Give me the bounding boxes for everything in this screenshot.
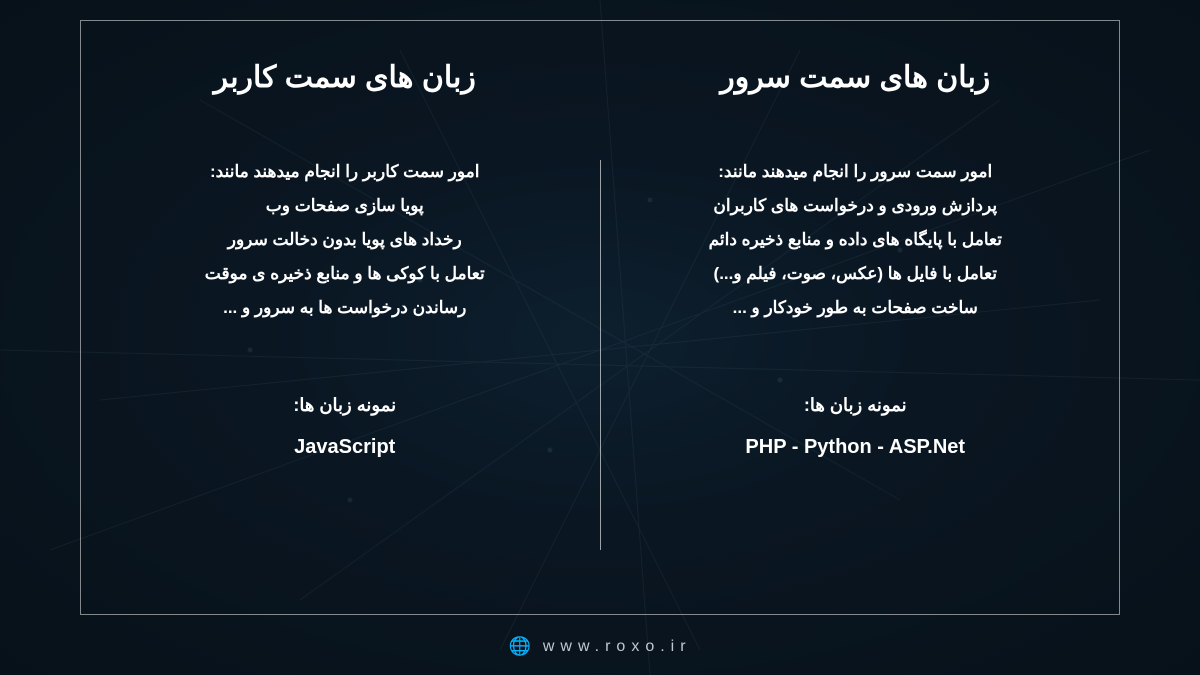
server-line: تعامل با فایل ها (عکس، صوت، فیلم و...): [709, 257, 1002, 291]
server-examples-label: نمونه زبان ها:: [804, 395, 907, 416]
server-side-column: زبان های سمت سرور امور سمت سرور را انجام…: [601, 40, 1111, 595]
server-line: تعامل با پایگاه های داده و منابع ذخیره د…: [709, 223, 1002, 257]
client-line: تعامل با کوکی ها و منابع ذخیره ی موقت: [205, 257, 485, 291]
server-line: ساخت صفحات به طور خودکار و ...: [709, 291, 1002, 325]
client-examples-label: نمونه زبان ها:: [293, 395, 396, 416]
server-line: پردازش ورودی و درخواست های کاربران: [709, 189, 1002, 223]
client-line: رخداد های پویا بدون دخالت سرور: [205, 223, 485, 257]
footer-url: www.roxo.ir: [543, 638, 692, 656]
client-line: پویا سازی صفحات وب: [205, 189, 485, 223]
server-examples: PHP - Python - ASP.Net: [745, 436, 965, 459]
client-line: امور سمت کاربر را انجام میدهند مانند:: [205, 155, 485, 189]
client-line: رساندن درخواست ها به سرور و ...: [205, 291, 485, 325]
client-side-column: زبان های سمت کاربر امور سمت کاربر را انج…: [90, 40, 600, 595]
server-line: امور سمت سرور را انجام میدهند مانند:: [709, 155, 1002, 189]
client-description: امور سمت کاربر را انجام میدهند مانند: پو…: [205, 155, 485, 325]
globe-icon: 🌐: [508, 636, 530, 657]
server-description: امور سمت سرور را انجام میدهند مانند: پرد…: [709, 155, 1002, 325]
comparison-content: زبان های سمت کاربر امور سمت کاربر را انج…: [90, 40, 1110, 595]
client-title: زبان های سمت کاربر: [214, 60, 476, 95]
server-title: زبان های سمت سرور: [720, 60, 990, 95]
footer: 🌐 www.roxo.ir: [0, 636, 1200, 657]
client-examples: JavaScript: [294, 436, 395, 459]
